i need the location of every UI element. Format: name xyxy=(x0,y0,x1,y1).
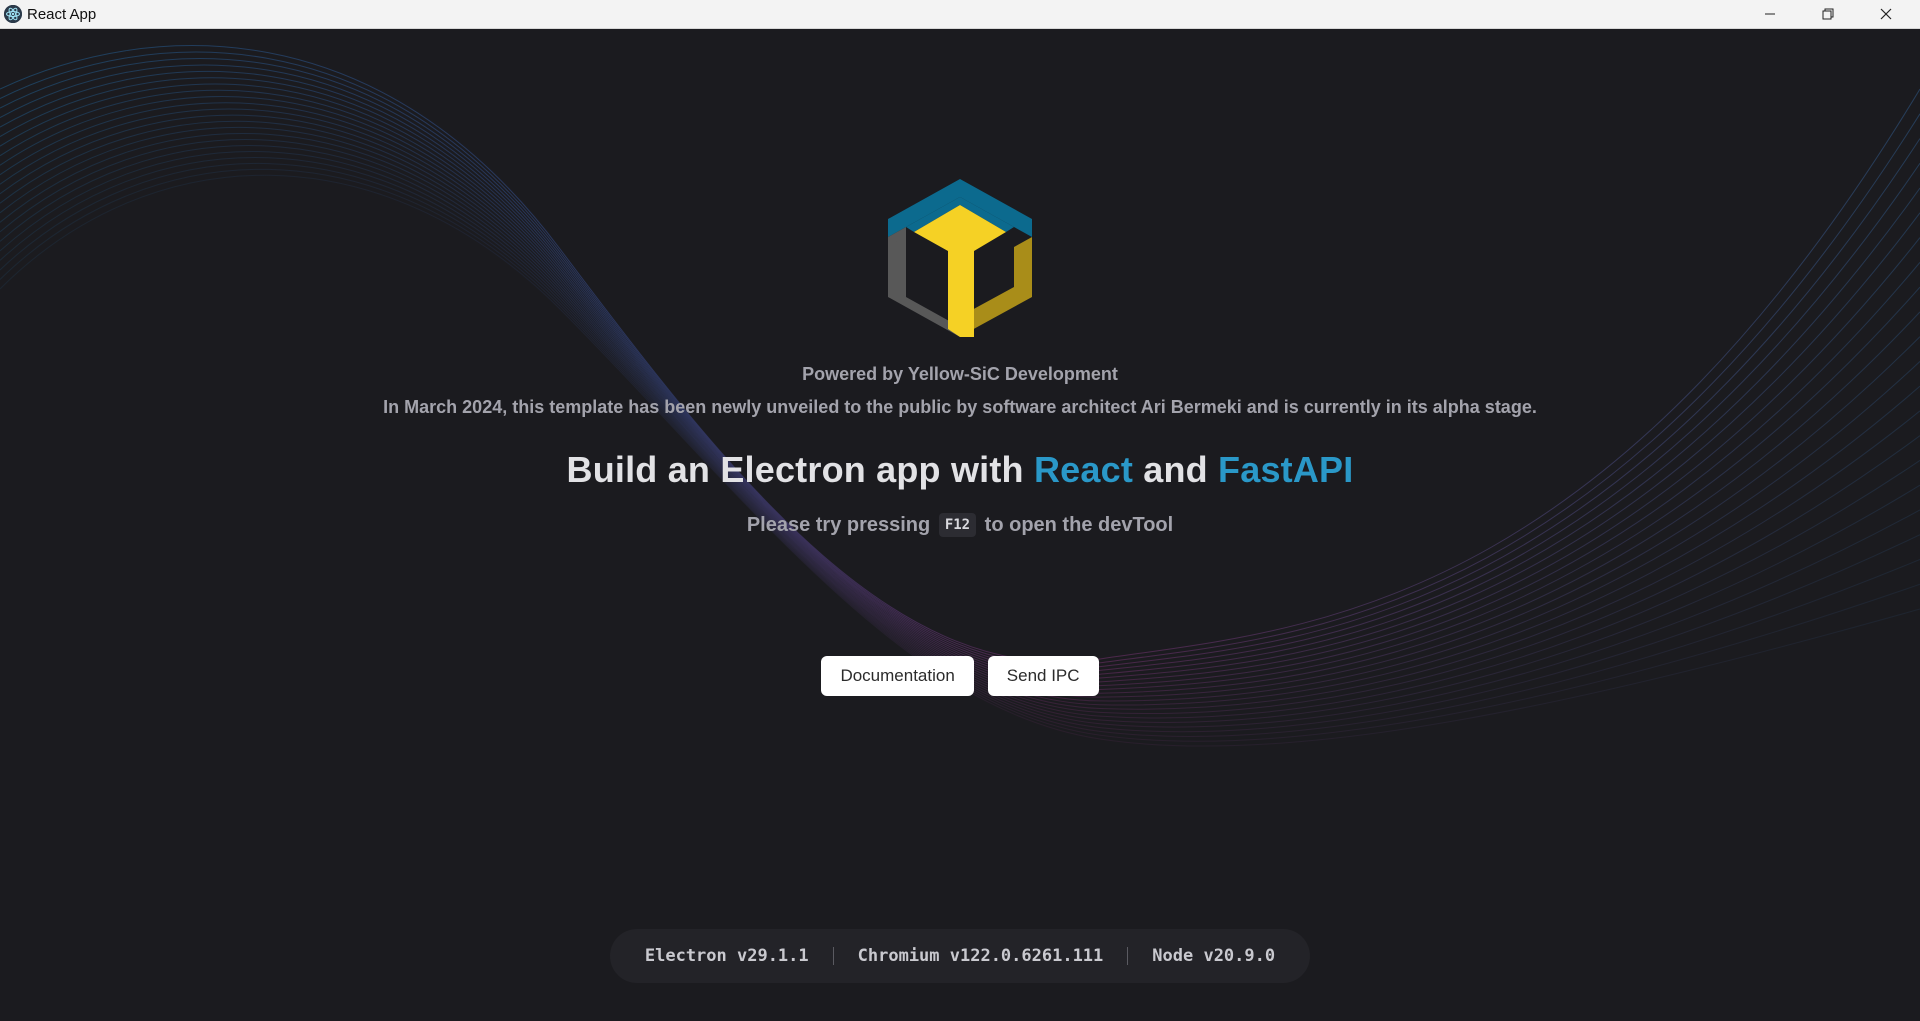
close-icon xyxy=(1880,8,1892,20)
headline-react: React xyxy=(1033,449,1134,490)
electron-version: Electron v29.1.1 xyxy=(644,946,809,966)
headline-fastapi: FastAPI xyxy=(1218,449,1354,490)
wave-line xyxy=(0,45,1920,663)
close-button[interactable] xyxy=(1858,0,1914,28)
electron-app-icon xyxy=(4,5,22,23)
page-headline: Build an Electron app with React and Fas… xyxy=(0,449,1920,491)
tip-before: Please try pressing xyxy=(746,514,931,536)
restore-icon xyxy=(1822,8,1834,20)
minimize-icon xyxy=(1765,13,1775,15)
tip-after: to open the devTool xyxy=(984,514,1174,536)
version-divider xyxy=(832,947,834,965)
f12-key: F12 xyxy=(938,513,977,537)
devtool-tip: Please try pressing F12 to open the devT… xyxy=(0,513,1920,537)
restore-button[interactable] xyxy=(1800,0,1856,28)
chromium-version: Chromium v122.0.6261.111 xyxy=(857,946,1104,966)
send-ipc-button[interactable]: Send IPC xyxy=(987,656,1099,696)
powered-by-text: Powered by Yellow-SiC Development xyxy=(802,364,1118,384)
wave-line xyxy=(0,51,1920,666)
documentation-button[interactable]: Documentation xyxy=(821,656,974,696)
node-version: Node v20.9.0 xyxy=(1152,946,1276,966)
headline-prefix: Build an Electron app with xyxy=(566,449,1034,490)
main-content: Powered by Yellow-SiC Development In Mar… xyxy=(0,29,1920,1021)
version-divider xyxy=(1127,947,1129,965)
action-buttons: Documentation Send IPC xyxy=(0,656,1920,696)
app-window: React App Powered by Yellow-SiC Developm… xyxy=(0,0,1920,1021)
window-title: React App xyxy=(27,6,97,23)
minimize-button[interactable] xyxy=(1742,0,1798,28)
intro-text: In March 2024, this template has been ne… xyxy=(383,397,1537,417)
versions-bar: Electron v29.1.1 Chromium v122.0.6261.11… xyxy=(610,929,1310,983)
yellow-sic-logo xyxy=(888,179,1032,337)
headline-and: and xyxy=(1133,449,1219,490)
title-bar[interactable]: React App xyxy=(0,0,1920,29)
